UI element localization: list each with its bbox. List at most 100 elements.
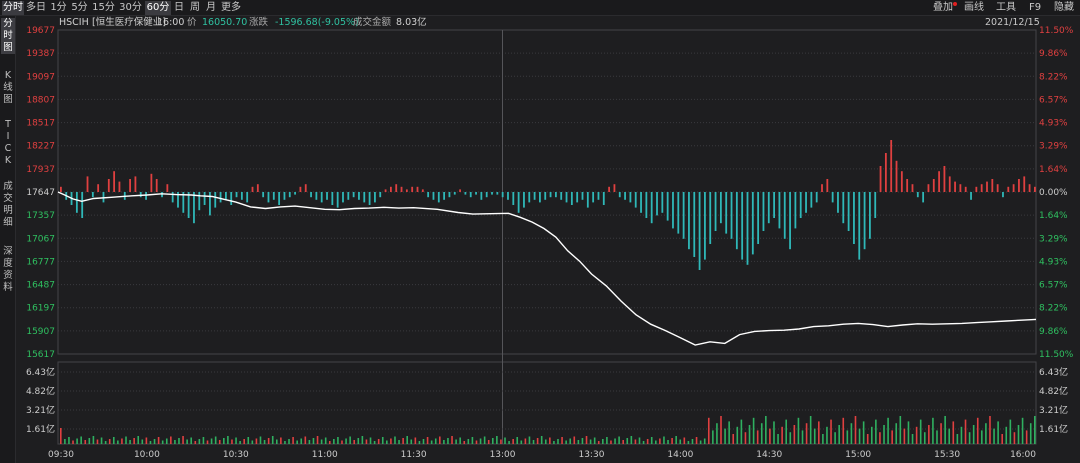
diff-bar [618,192,621,198]
tab-day[interactable]: 日 [172,1,186,15]
diff-bar [219,192,222,203]
diff-bar [453,192,456,195]
diff-bar [256,184,259,192]
tab-60min[interactable]: 60分 [145,1,171,15]
intraday-chart[interactable]: 19677 19387 19097 18807 18517 18227 17937 17647… [0,0,1080,463]
volume-bar [638,437,641,444]
volume-bar [964,419,967,444]
diff-bar [581,192,584,200]
price-axis-label: 16487 [26,281,55,291]
diff-bar [709,192,712,244]
volume-bar [455,439,457,444]
volume-bar [756,430,759,444]
price-value: 16050.70 [202,17,248,28]
tab-1min[interactable]: 1分 [49,1,68,15]
tab-more[interactable]: 更多 [220,1,242,15]
price-axis-label: 19097 [26,72,55,82]
hide-button[interactable]: 隐藏 [1054,1,1074,15]
price-label: 价 [187,17,197,28]
sidebar-item-timeshare[interactable]: 分时图 [1,18,15,54]
volume-bar [76,438,78,444]
volume-bar [866,434,869,444]
volume-bar [479,438,482,444]
tab-multi-day[interactable]: 多日 [25,1,47,15]
tools-button[interactable]: 工具 [996,1,1016,15]
diff-bar [150,173,153,192]
volume-bar [1017,425,1020,444]
diff-bar [554,192,557,198]
tab-week[interactable]: 周 [188,1,202,15]
diff-bar [155,179,158,192]
volume-bar [589,439,592,444]
diff-bar [118,181,121,192]
volume-bar [1009,419,1012,444]
volume-bar [695,437,698,444]
volume-bar [634,439,637,444]
percent-axis-label: 9.86% [1039,327,1068,337]
volume-bar [422,439,425,444]
volume-bar [626,438,629,444]
overlay-dot-icon [953,2,957,6]
diff-bar [97,184,100,192]
volume-bar [561,437,563,444]
volume-bar [610,440,612,444]
volume-bar [932,417,934,444]
volume-bar [263,440,266,444]
diff-bar [964,186,967,192]
price-axis-label: 16197 [26,304,55,314]
volume-bar [687,441,690,444]
tab-15min[interactable]: 15分 [91,1,116,15]
volume-bar [320,439,323,444]
diff-bar [592,192,595,203]
diff-bar [193,192,195,224]
volume-bar [349,436,351,444]
volume-bar [842,417,845,444]
volume-bar [463,441,466,444]
f9-button[interactable]: F9 [1029,1,1041,15]
volume-bar [887,417,889,444]
time-axis-label: 14:30 [756,450,782,460]
tab-30min[interactable]: 30分 [118,1,143,15]
volume-bar [834,432,836,444]
volume-bar [1005,426,1008,444]
percent-axis-label: 4.93% [1039,119,1068,129]
volume-bar [712,430,714,444]
volume-bar [699,440,702,444]
sidebar-item-tick[interactable]: TICK [1,119,15,167]
time-axis-label: 13:00 [490,450,516,460]
diff-bar [751,192,754,255]
sidebar-item-depth-info[interactable]: 深度资料 [1,246,15,294]
draw-line-button[interactable]: 画线 [964,1,984,15]
tab-month[interactable]: 月 [204,1,218,15]
volume-bar [133,438,135,444]
diff-bar [523,192,525,208]
volume-bar [434,438,437,444]
volume-bar [284,441,286,444]
diff-bar [1002,192,1004,198]
diff-bar [315,192,318,200]
sidebar-item-kline[interactable]: K线图 [1,70,15,106]
price-axis-label: 17357 [26,211,55,221]
sidebar-item-trade-detail[interactable]: 成交明细 [1,181,15,229]
tab-5min[interactable]: 5分 [70,1,89,15]
diff-bar [916,192,919,198]
tab-timeshare[interactable]: 分时 [2,1,24,15]
diff-bar [384,189,387,192]
volume-bar [68,437,70,444]
diff-bar [991,179,994,192]
volume-bar [259,436,262,444]
overlay-button[interactable]: 叠加 [933,1,953,15]
volume-bar [948,428,951,444]
volume-bar [182,436,184,444]
volume-bar [797,417,800,444]
time-axis-label: 11:30 [401,450,427,460]
diff-bar [102,192,105,203]
diff-bar [869,192,871,239]
volume-bar [944,416,946,444]
diff-bar [938,171,940,192]
volume-bar [365,439,368,444]
volume-bar [467,439,470,444]
volume-bar [618,436,620,444]
diff-bar [299,186,302,192]
volume-bar [345,438,347,444]
